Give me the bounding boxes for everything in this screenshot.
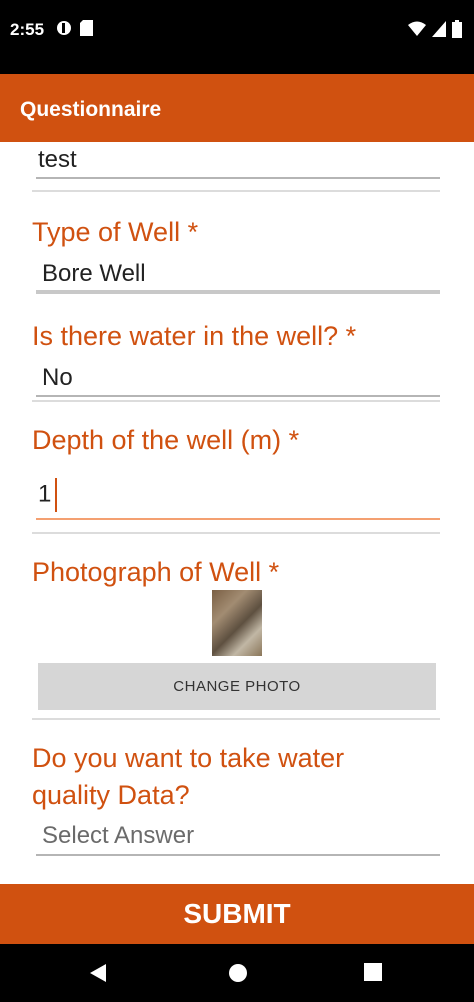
status-bar: 2:55 (0, 0, 474, 74)
recents-icon[interactable] (363, 962, 383, 982)
question-label-photograph: Photograph of Well * (32, 557, 280, 587)
form-content[interactable]: test Type of Well * Bore Well Is there w… (0, 142, 474, 884)
depth-of-well-input[interactable]: 1 (38, 478, 58, 512)
previous-answer[interactable]: test (38, 146, 77, 174)
question-label-water-quality-line2: quality Data? (32, 780, 190, 810)
well-photo-thumbnail[interactable] (212, 590, 262, 656)
change-photo-button[interactable]: CHANGE PHOTO (38, 663, 436, 710)
signal-icon (432, 21, 446, 37)
app-title: Questionnaire (20, 98, 162, 121)
navigation-bar (0, 944, 474, 1002)
sim-card-icon (80, 20, 93, 36)
depth-of-well-underline (36, 518, 440, 520)
app-bar: Questionnaire (0, 74, 474, 142)
water-quality-underline (36, 854, 440, 856)
divider (32, 190, 440, 192)
type-of-well-select[interactable]: Bore Well (42, 260, 146, 288)
submit-button[interactable]: SUBMIT (0, 884, 474, 944)
circle-status-icon (57, 21, 71, 35)
status-time: 2:55 (10, 20, 45, 39)
divider (32, 718, 440, 720)
previous-answer-underline (36, 177, 440, 179)
water-quality-select[interactable]: Select Answer (42, 822, 194, 850)
divider (32, 532, 440, 534)
battery-icon (452, 20, 462, 38)
question-label-water-in-well: Is there water in the well? * (32, 321, 357, 351)
home-icon[interactable] (227, 962, 249, 984)
back-icon[interactable] (88, 962, 108, 984)
type-of-well-underline (36, 290, 440, 294)
divider (32, 400, 440, 402)
text-cursor (55, 478, 58, 512)
water-in-well-underline (36, 395, 440, 397)
question-label-water-quality-line1: Do you want to take water (32, 743, 345, 773)
question-label-depth-of-well: Depth of the well (m) * (32, 425, 300, 455)
question-label-type-of-well: Type of Well * (32, 217, 199, 247)
water-in-well-select[interactable]: No (42, 364, 73, 392)
depth-of-well-value: 1 (38, 480, 52, 508)
wifi-icon (408, 21, 426, 36)
